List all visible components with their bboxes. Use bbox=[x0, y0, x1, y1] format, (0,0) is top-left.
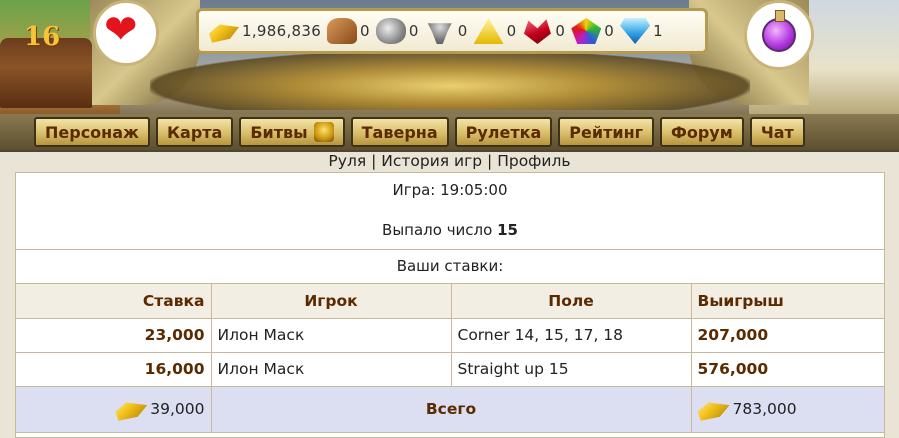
main-nav: Персонаж Карта Битвы Таверна Рулетка Рей… bbox=[0, 114, 899, 150]
cell-stake: 23,000 bbox=[16, 317, 212, 353]
resource-iron: 0 bbox=[425, 18, 468, 44]
gold-bars-icon bbox=[115, 402, 148, 421]
tab-roulette[interactable]: Рулетка bbox=[454, 117, 553, 147]
total-stake-value: 39,000 bbox=[150, 400, 205, 418]
total-row: 39,000 Всего 783,000 bbox=[16, 385, 884, 433]
iron-amount: 0 bbox=[457, 22, 468, 40]
tab-forum-label: Форум bbox=[670, 122, 733, 142]
separator: | bbox=[366, 152, 382, 170]
total-win: 783,000 bbox=[697, 396, 879, 422]
cell-field: Straight up 15 bbox=[450, 351, 692, 387]
header-win: Выигрыш bbox=[690, 284, 884, 319]
gold-bars-icon bbox=[209, 24, 239, 43]
resource-gold: 1,986,836 bbox=[209, 18, 321, 44]
result-number: 15 bbox=[497, 221, 518, 239]
stone-icon bbox=[375, 18, 406, 44]
total-label: Всего bbox=[210, 385, 692, 433]
cell-player: Илон Маск bbox=[210, 317, 452, 353]
battle-crest-icon bbox=[313, 122, 334, 142]
cell-win: 207,000 bbox=[690, 317, 884, 353]
tab-forum[interactable]: Форум bbox=[659, 117, 744, 147]
crystal-amount: 0 bbox=[555, 22, 566, 40]
result-line: Выпало число 15 bbox=[16, 221, 884, 239]
gold-bars-icon bbox=[697, 402, 730, 421]
total-win-cell: 783,000 bbox=[690, 385, 884, 433]
wood-icon bbox=[327, 18, 358, 44]
cell-stake: 16,000 bbox=[16, 351, 212, 387]
resource-sulfur: 0 bbox=[473, 18, 517, 44]
table-header-row: Ставка Игрок Поле Выигрыш bbox=[16, 284, 884, 319]
resource-wood: 0 bbox=[327, 18, 370, 44]
cell-win: 576,000 bbox=[690, 351, 884, 387]
sulfur-icon bbox=[473, 18, 504, 44]
tab-battles[interactable]: Битвы bbox=[239, 117, 345, 147]
link-profile[interactable]: Профиль bbox=[497, 152, 570, 170]
game-info: Игра: 19:05:00 Выпало число 15 bbox=[16, 173, 884, 250]
gold-treasure-ornament bbox=[150, 50, 750, 110]
header-stake: Ставка bbox=[16, 284, 212, 319]
table-row: 16,000 Илон Маск Straight up 15 576,000 bbox=[16, 351, 884, 387]
tab-tavern[interactable]: Таверна bbox=[350, 117, 449, 147]
diamond-icon bbox=[620, 18, 651, 44]
cell-field: Corner 14, 15, 17, 18 bbox=[450, 317, 692, 353]
potion-icon[interactable] bbox=[762, 10, 796, 52]
resource-diamond: 1 bbox=[620, 18, 663, 44]
tab-battles-label: Битвы bbox=[250, 122, 308, 142]
diamond-amount: 1 bbox=[653, 22, 663, 40]
tab-map-label: Карта bbox=[166, 122, 223, 142]
stone-amount: 0 bbox=[408, 22, 419, 40]
wood-amount: 0 bbox=[360, 22, 370, 40]
tab-tavern-label: Таверна bbox=[361, 122, 438, 142]
gold-amount: 1,986,836 bbox=[242, 22, 322, 40]
total-stake: 39,000 bbox=[22, 396, 205, 422]
separator: | bbox=[482, 152, 498, 170]
tab-chat[interactable]: Чат bbox=[749, 117, 805, 147]
total-win-value: 783,000 bbox=[732, 400, 797, 418]
roulette-sublinks: Руля | История игр | Профиль bbox=[0, 152, 899, 172]
iron-ore-icon bbox=[427, 23, 452, 44]
table-row: 23,000 Илон Маск Corner 14, 15, 17, 18 2… bbox=[16, 317, 884, 353]
resource-stone: 0 bbox=[375, 18, 419, 44]
resource-crystal: 0 bbox=[522, 18, 565, 44]
resource-bar: 1,986,836 0 0 0 0 0 0 1 bbox=[196, 8, 708, 54]
result-prefix: Выпало число bbox=[382, 221, 498, 239]
tab-rating-label: Рейтинг bbox=[569, 122, 643, 142]
header-player: Игрок bbox=[210, 284, 452, 319]
tab-rating[interactable]: Рейтинг bbox=[558, 117, 654, 147]
birthday-cake-icon[interactable]: 16 bbox=[0, 22, 92, 108]
link-game-history[interactable]: История игр bbox=[381, 152, 482, 170]
tab-character[interactable]: Персонаж bbox=[34, 117, 150, 147]
resource-gems: 0 bbox=[571, 18, 614, 44]
cell-player: Илон Маск bbox=[210, 351, 452, 387]
cake-number: 16 bbox=[24, 22, 61, 52]
heart-icon[interactable]: ❤ bbox=[104, 10, 138, 50]
game-time: Игра: 19:05:00 bbox=[392, 181, 508, 199]
sulfur-amount: 0 bbox=[506, 22, 517, 40]
tab-chat-label: Чат bbox=[760, 122, 794, 142]
total-stake-cell: 39,000 bbox=[16, 385, 212, 433]
game-result-panel: Игра: 19:05:00 Выпало число 15 Ваши став… bbox=[15, 172, 885, 438]
header-field: Поле bbox=[450, 284, 692, 319]
gems-icon bbox=[571, 18, 602, 44]
link-roulette[interactable]: Руля bbox=[328, 152, 366, 170]
crystal-icon bbox=[523, 19, 551, 44]
tab-map[interactable]: Карта bbox=[155, 117, 234, 147]
bets-table: Ставка Игрок Поле Выигрыш 23,000 Илон Ма… bbox=[16, 284, 884, 433]
tab-character-label: Персонаж bbox=[45, 122, 139, 142]
gems-amount: 0 bbox=[604, 22, 615, 40]
bets-caption: Ваши ставки: bbox=[16, 250, 884, 284]
tab-roulette-label: Рулетка bbox=[465, 122, 542, 142]
